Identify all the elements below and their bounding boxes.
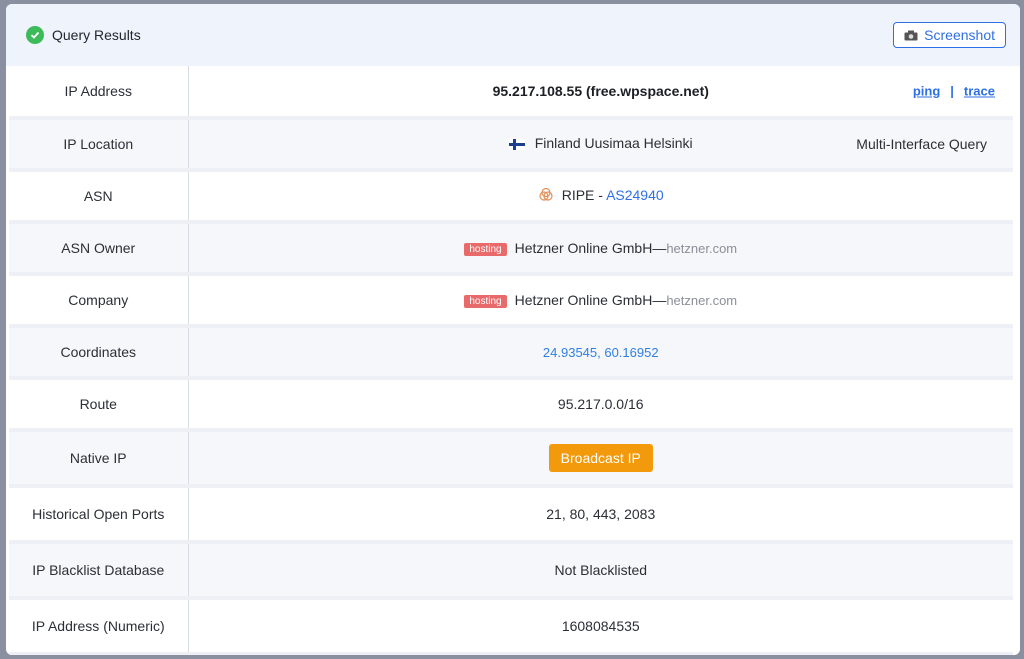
- row-company: Company hosting Hetzner Online GmbH—hetzn…: [9, 274, 1013, 326]
- card-header: Query Results Screenshot: [6, 4, 1020, 66]
- multi-interface-query-link[interactable]: Multi-Interface Query: [856, 136, 987, 152]
- row-value: Finland Uusimaa Helsinki Multi-Interface…: [188, 118, 1013, 170]
- row-value: 24.93545, 60.16952: [188, 326, 1013, 378]
- screenshot-label: Screenshot: [924, 27, 995, 43]
- company-name: Hetzner Online GmbH: [514, 292, 653, 308]
- trace-link[interactable]: trace: [964, 84, 995, 99]
- row-label: Route: [9, 378, 189, 430]
- finland-flag-icon: [508, 137, 525, 153]
- row-label: Historical Open Ports: [9, 486, 189, 542]
- ping-link[interactable]: ping: [913, 84, 940, 99]
- row-label: ASN: [9, 170, 189, 222]
- owner-dash: —: [652, 240, 667, 256]
- row-label: Coordinates: [9, 326, 189, 378]
- row-native-ip: Native IP Broadcast IP: [9, 430, 1013, 486]
- row-value: RIPE - AS24940: [188, 170, 1013, 222]
- results-table: IP Address 95.217.108.55 (free.wpspace.n…: [9, 66, 1013, 655]
- row-label: IP Address: [9, 66, 189, 118]
- screenshot-button[interactable]: Screenshot: [893, 22, 1006, 48]
- hosting-badge: hosting: [464, 295, 507, 308]
- row-label: Native IP: [9, 430, 189, 486]
- row-value: 95.217.108.55 (free.wpspace.net) ping | …: [188, 66, 1013, 118]
- row-value: 1608084535: [561, 618, 640, 634]
- row-ip-address: IP Address 95.217.108.55 (free.wpspace.n…: [9, 66, 1013, 118]
- owner-name: Hetzner Online GmbH: [514, 240, 653, 256]
- company-domain[interactable]: hetzner.com: [666, 293, 737, 308]
- location-value: Finland Uusimaa Helsinki: [534, 135, 693, 151]
- row-value: hosting Hetzner Online GmbH—hetzner.com: [188, 274, 1013, 326]
- row-label: IP Address (Numeric): [9, 598, 189, 654]
- row-value: Broadcast IP: [188, 430, 1013, 486]
- broadcast-ip-button[interactable]: Broadcast IP: [548, 444, 653, 472]
- row-route: Route 95.217.0.0/16: [9, 378, 1013, 430]
- row-label: IP Location: [9, 118, 189, 170]
- asn-registry: RIPE -: [561, 186, 603, 203]
- row-value: Not Blacklisted: [554, 562, 648, 578]
- camera-icon: [904, 30, 918, 41]
- header-title: Query Results: [52, 27, 141, 43]
- company-dash: —: [652, 292, 667, 308]
- ripe-logo-icon: [538, 187, 554, 206]
- row-ip-location: IP Location Finland Uusimaa Helsinki Mul…: [9, 118, 1013, 170]
- row-label: Company: [9, 274, 189, 326]
- row-value: 21, 80, 443, 2083: [546, 506, 656, 522]
- row-label: ASN Owner: [9, 222, 189, 274]
- ip-tools: ping | trace: [913, 84, 995, 99]
- row-coordinates: Coordinates 24.93545, 60.16952: [9, 326, 1013, 378]
- row-blacklist: IP Blacklist Database Not Blacklisted: [9, 542, 1013, 598]
- row-numeric-ip: IP Address (Numeric) 1608084535: [9, 598, 1013, 654]
- row-value: hosting Hetzner Online GmbH—hetzner.com: [188, 222, 1013, 274]
- row-label: IP Blacklist Database: [9, 542, 189, 598]
- owner-domain[interactable]: hetzner.com: [666, 241, 737, 256]
- asn-link[interactable]: AS24940: [606, 187, 664, 203]
- check-circle-icon: [26, 26, 44, 44]
- row-asn: ASN RIPE - AS24940: [9, 170, 1013, 222]
- row-open-ports: Historical Open Ports 21, 80, 443, 2083: [9, 486, 1013, 542]
- link-separator: |: [950, 83, 954, 99]
- row-value: 95.217.0.0/16: [557, 396, 644, 412]
- ip-address-value: 95.217.108.55 (free.wpspace.net): [492, 83, 709, 99]
- row-asn-owner: ASN Owner hosting Hetzner Online GmbH—het…: [9, 222, 1013, 274]
- coordinates-link[interactable]: 24.93545, 60.16952: [543, 345, 659, 360]
- query-results-card: Query Results Screenshot IP Address 95.2…: [6, 4, 1020, 655]
- hosting-badge: hosting: [464, 243, 507, 256]
